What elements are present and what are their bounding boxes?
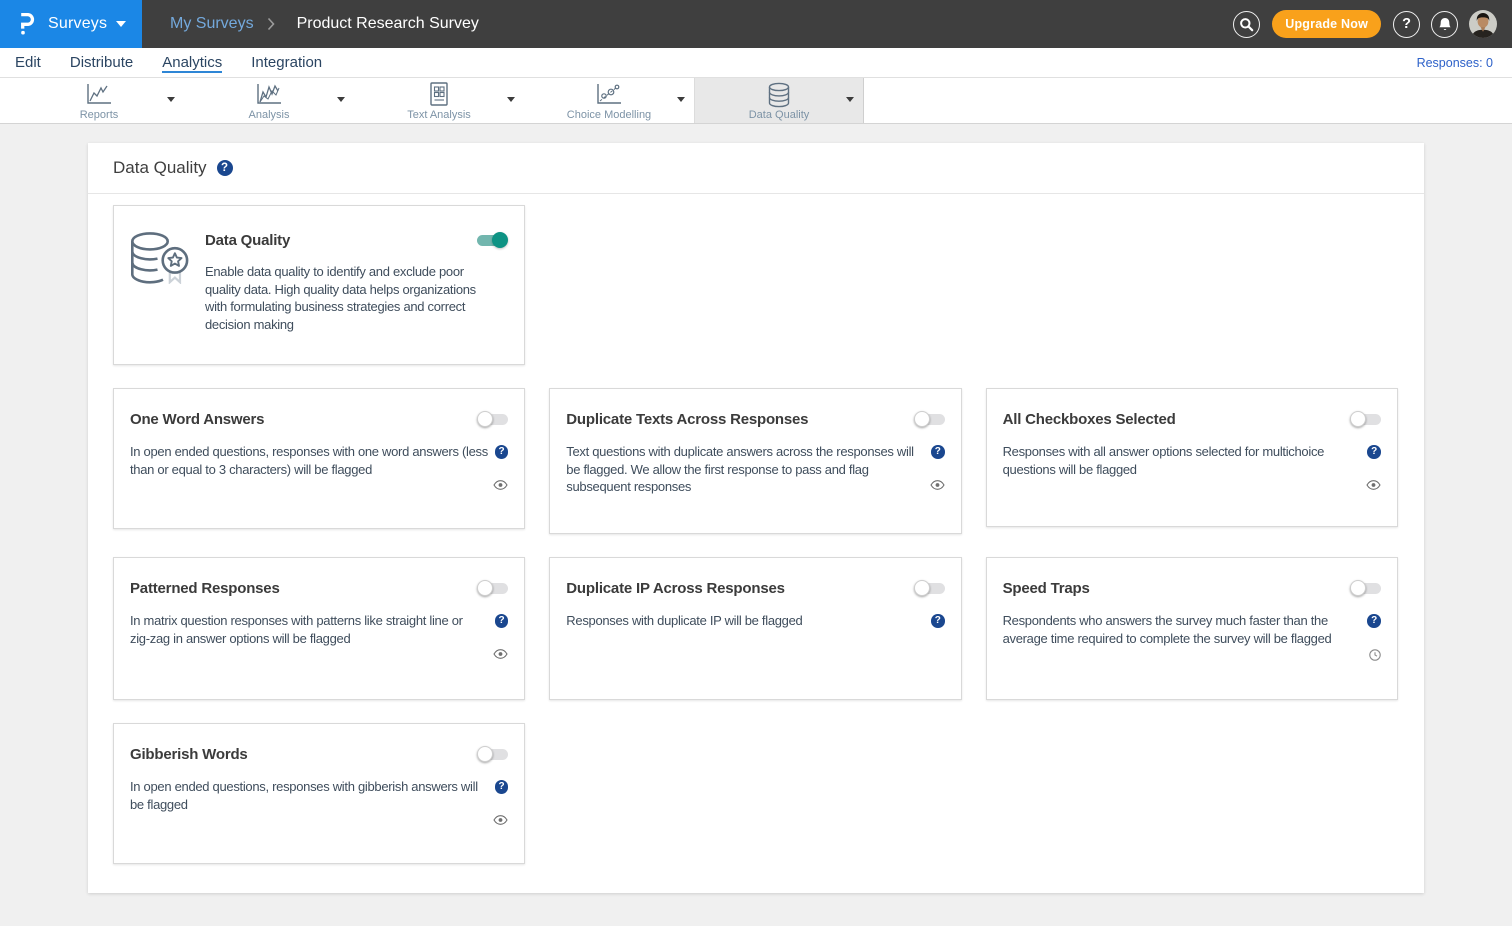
tab-integration[interactable]: Integration	[251, 55, 322, 70]
toolbar-item-choice-modelling[interactable]: Choice Modelling	[524, 78, 694, 123]
eye-icon[interactable]	[930, 480, 945, 490]
page-help-icon[interactable]: ?	[217, 160, 233, 176]
help-icon[interactable]: ?	[1367, 614, 1381, 628]
card-speed-traps: Speed Traps Respondents who answers the …	[986, 557, 1398, 700]
eye-icon[interactable]	[493, 815, 508, 825]
card-description: Responses with all answer options select…	[1003, 443, 1364, 490]
card-all-checkboxes: All Checkboxes Selected Responses with a…	[986, 388, 1398, 527]
document-grid-icon	[354, 82, 524, 108]
card-title: All Checkboxes Selected	[1003, 411, 1176, 429]
topbar: Surveys My Surveys Product Research Surv…	[0, 0, 1512, 48]
upgrade-now-button[interactable]: Upgrade Now	[1272, 10, 1381, 38]
responses-count[interactable]: Responses: 0	[1417, 56, 1493, 70]
card-description: Responses with duplicate IP will be flag…	[566, 612, 929, 630]
clock-icon[interactable]	[1369, 649, 1381, 661]
database-icon	[695, 82, 863, 108]
eye-icon[interactable]	[493, 649, 508, 659]
notifications-button[interactable]	[1431, 11, 1458, 38]
duplicate-texts-toggle[interactable]	[914, 411, 945, 427]
help-icon[interactable]: ?	[495, 780, 509, 794]
help-icon[interactable]: ?	[931, 614, 945, 628]
card-title: Patterned Responses	[130, 580, 280, 598]
data-quality-panel: Data Quality ? Data Quality	[88, 143, 1424, 893]
card-title: One Word Answers	[130, 411, 264, 429]
bell-icon	[1438, 17, 1452, 32]
card-description: Respondents who answers the survey much …	[1003, 612, 1366, 661]
analytics-toolbar: Reports Analysis Text Analysis Choice Mo…	[0, 78, 1512, 124]
breadcrumb-chevron-icon	[267, 17, 275, 31]
product-switcher[interactable]: Surveys	[0, 0, 142, 48]
card-title: Data Quality	[205, 232, 290, 250]
help-icon[interactable]: ?	[495, 445, 509, 459]
card-patterned-responses: Patterned Responses In matrix question r…	[113, 557, 525, 700]
page-title: Data Quality	[113, 158, 207, 178]
data-quality-cards: Data Quality Enable data quality to iden…	[88, 194, 1424, 864]
duplicate-ip-toggle[interactable]	[914, 580, 945, 596]
patterned-responses-toggle[interactable]	[477, 580, 508, 596]
card-description: Enable data quality to identify and excl…	[205, 263, 508, 333]
card-duplicate-texts: Duplicate Texts Across Responses Text qu…	[549, 388, 961, 534]
product-name: Surveys	[48, 15, 107, 33]
choice-modelling-dropdown-caret[interactable]	[677, 97, 685, 102]
speed-traps-toggle[interactable]	[1350, 580, 1381, 596]
questionpro-logo-icon	[21, 13, 35, 35]
card-description: In open ended questions, responses with …	[130, 443, 491, 490]
page-body: Data Quality ? Data Quality	[0, 124, 1512, 926]
help-icon[interactable]: ?	[1367, 445, 1381, 459]
topbar-actions: Upgrade Now ?	[1233, 0, 1497, 48]
card-title: Duplicate IP Across Responses	[566, 580, 784, 598]
card-title: Gibberish Words	[130, 746, 248, 764]
tab-analytics[interactable]: Analytics	[162, 55, 222, 73]
help-button[interactable]: ?	[1393, 11, 1420, 38]
card-description: Text questions with duplicate answers ac…	[566, 443, 927, 496]
scatter-chart-icon	[524, 82, 694, 108]
eye-icon[interactable]	[493, 480, 508, 490]
data-quality-toggle[interactable]	[477, 232, 508, 248]
text-analysis-dropdown-caret[interactable]	[507, 97, 515, 102]
card-data-quality-master: Data Quality Enable data quality to iden…	[113, 205, 525, 365]
area-chart-icon	[184, 82, 354, 108]
survey-nav-tabs: Edit Distribute Analytics Integration Re…	[0, 48, 1512, 78]
card-gibberish-words: Gibberish Words In open ended questions,…	[113, 723, 525, 864]
eye-icon[interactable]	[1366, 480, 1381, 490]
card-title: Duplicate Texts Across Responses	[566, 411, 808, 429]
breadcrumb: My Surveys Product Research Survey	[170, 15, 479, 33]
panel-header: Data Quality ?	[88, 143, 1424, 194]
avatar-photo	[1469, 10, 1497, 38]
breadcrumb-my-surveys[interactable]: My Surveys	[170, 15, 254, 33]
card-description: In open ended questions, responses with …	[130, 778, 491, 825]
all-checkboxes-toggle[interactable]	[1350, 411, 1381, 427]
card-duplicate-ip: Duplicate IP Across Responses Responses …	[549, 557, 961, 700]
help-icon[interactable]: ?	[495, 614, 509, 628]
database-star-icon	[131, 232, 189, 284]
card-one-word-answers: One Word Answers In open ended questions…	[113, 388, 525, 529]
line-chart-icon	[14, 82, 184, 108]
tab-edit[interactable]: Edit	[15, 55, 41, 70]
search-icon	[1239, 17, 1254, 32]
toolbar-item-analysis[interactable]: Analysis	[184, 78, 354, 123]
toolbar-item-data-quality[interactable]: Data Quality	[694, 78, 864, 123]
user-avatar[interactable]	[1469, 10, 1497, 38]
card-title: Speed Traps	[1003, 580, 1090, 598]
reports-dropdown-caret[interactable]	[167, 97, 175, 102]
gibberish-words-toggle[interactable]	[477, 746, 508, 762]
toolbar-item-text-analysis[interactable]: Text Analysis	[354, 78, 524, 123]
card-description: In matrix question responses with patter…	[130, 612, 491, 659]
toolbar-item-reports[interactable]: Reports	[14, 78, 184, 123]
help-icon: ?	[1402, 17, 1411, 32]
search-button[interactable]	[1233, 11, 1260, 38]
analysis-dropdown-caret[interactable]	[337, 97, 345, 102]
data-quality-dropdown-caret[interactable]	[846, 97, 854, 102]
breadcrumb-survey-name: Product Research Survey	[297, 15, 479, 33]
tab-distribute[interactable]: Distribute	[70, 55, 133, 70]
one-word-answers-toggle[interactable]	[477, 411, 508, 427]
product-caret-icon	[116, 21, 126, 27]
help-icon[interactable]: ?	[931, 445, 945, 459]
